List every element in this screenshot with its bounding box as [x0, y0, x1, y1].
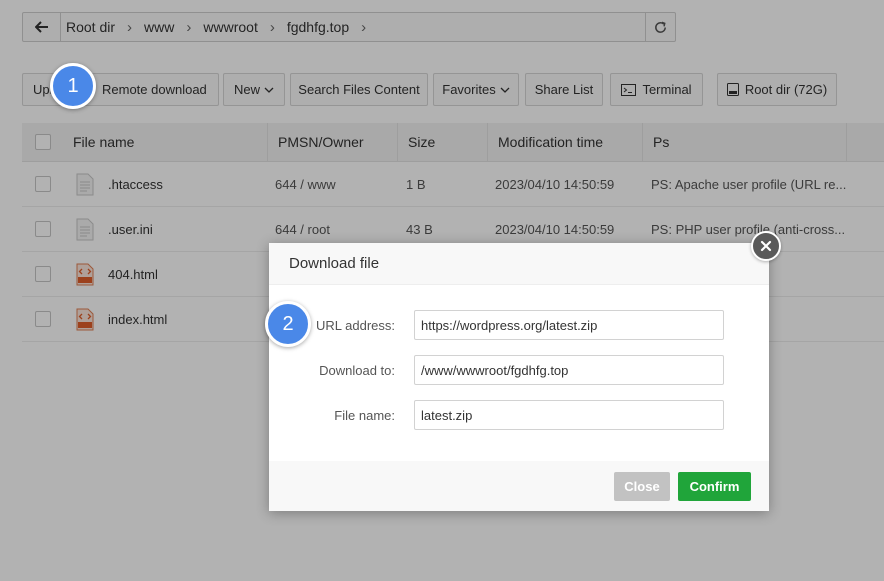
close-icon [760, 240, 772, 252]
dialog-title: Download file [269, 243, 769, 285]
file-name-input[interactable] [414, 400, 724, 430]
download-to-label: Download to: [319, 363, 395, 378]
dialog-close-button[interactable] [751, 231, 781, 261]
step-badge-2: 2 [265, 301, 311, 347]
download-file-dialog: Download file URL address: Download to: … [269, 243, 769, 511]
dialog-footer: Close Confirm [269, 461, 769, 511]
confirm-button[interactable]: Confirm [678, 472, 751, 501]
download-to-input[interactable] [414, 355, 724, 385]
step-badge-1: 1 [50, 63, 96, 109]
url-input[interactable] [414, 310, 724, 340]
file-name-label: File name: [334, 408, 395, 423]
close-button[interactable]: Close [614, 472, 670, 501]
